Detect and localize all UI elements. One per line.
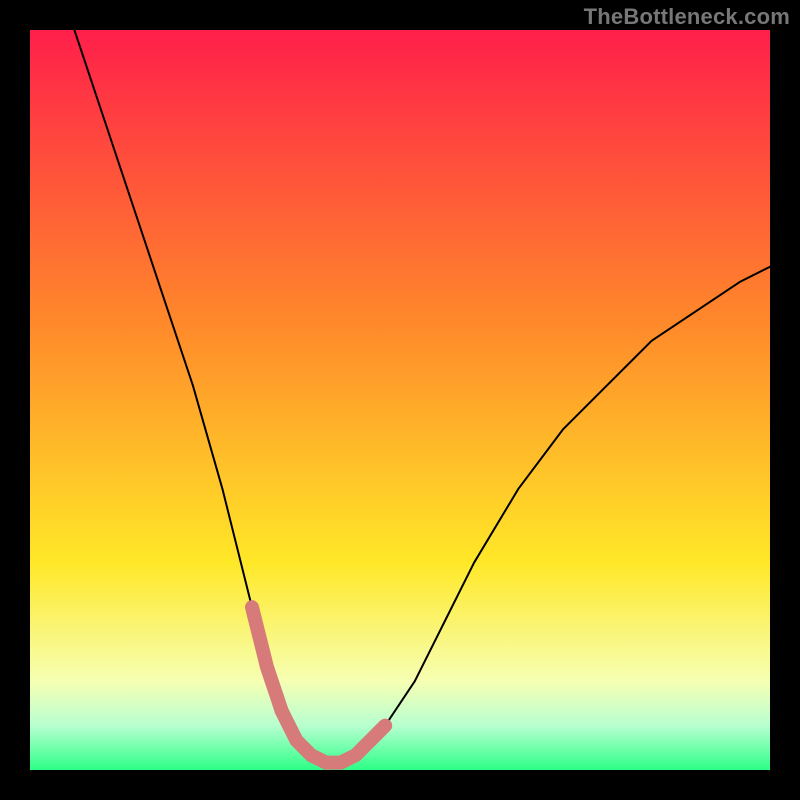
watermark-text: TheBottleneck.com (584, 4, 790, 30)
gradient-background (30, 30, 770, 770)
bottleneck-chart (30, 30, 770, 770)
